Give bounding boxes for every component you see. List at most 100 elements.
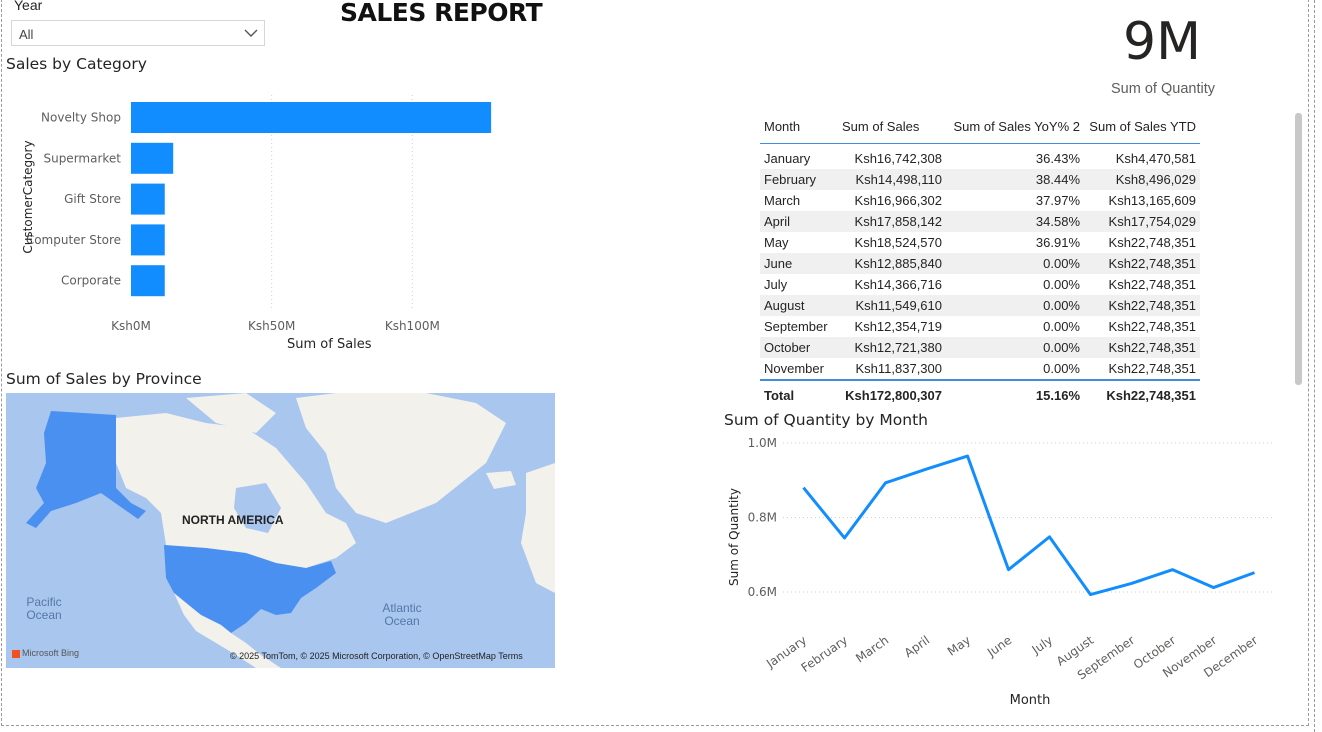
quantity-chart-x-tick: March [853, 633, 891, 665]
cell-sales: Ksh18,524,570 [854, 235, 942, 250]
cell-month: May [764, 235, 789, 250]
cell-sales: Ksh11,837,300 [855, 361, 943, 376]
cell-sales: Ksh17,858,142 [838, 211, 946, 232]
category-label: Gift Store [64, 192, 121, 206]
table-row[interactable]: September Ksh12,354,719 0.00% Ksh22,748,351 [760, 316, 1200, 337]
cell-yoy: 0.00% [1043, 361, 1080, 376]
quantity-chart-x-tick: June [984, 633, 1014, 660]
column-header-month[interactable]: Month [760, 113, 838, 144]
table-row[interactable]: March Ksh16,966,302 37.97% Ksh13,165,609 [760, 190, 1200, 211]
table-scrollbar[interactable] [1295, 113, 1302, 385]
cell-yoy: 34.58% [946, 211, 1084, 232]
year-slicer-label: Year [14, 0, 43, 13]
category-label: Supermarket [43, 151, 121, 165]
canvas-edge [1314, 0, 1315, 732]
map-logo-text: Microsoft Bing [22, 648, 80, 658]
europe-edge [521, 463, 555, 593]
quantity-chart-x-tick: February [799, 633, 851, 675]
cell-yoy: 37.97% [1035, 193, 1080, 208]
quantity-chart-y-axis-title: Sum of Quantity [727, 488, 741, 586]
bing-logo: Microsoft Bing [12, 648, 79, 658]
cell-yoy: 36.91% [1035, 235, 1080, 250]
category-chart-x-tick: Ksh0M [111, 319, 151, 333]
table-row[interactable]: July Ksh14,366,716 0.00% Ksh22,748,351 [760, 274, 1200, 295]
category-bar [131, 102, 492, 133]
cell-sales: Ksh16,742,308 [854, 151, 942, 166]
cell-ytd: Ksh22,748,351 [1108, 319, 1196, 334]
cell-ytd: Ksh8,496,029 [1084, 169, 1200, 190]
category-chart-title: Sales by Category [6, 55, 147, 73]
cell-ytd: Ksh22,748,351 [1084, 337, 1200, 358]
total-yoy: 15.16% [946, 379, 1084, 409]
cell-month: March [764, 193, 801, 208]
sales-by-category-chart[interactable]: Ksh0M Ksh50M Ksh100M Novelty Shop Supermarke… [0, 85, 560, 365]
category-label: Novelty Shop [41, 111, 121, 125]
cell-month: November [764, 361, 824, 376]
quantity-by-month-chart[interactable]: 0.6M0.8M1.0MJanuaryFebruary March April May… [700, 430, 1300, 720]
cell-month: April [760, 211, 838, 232]
cell-ytd: Ksh4,470,581 [1115, 151, 1196, 166]
table-row[interactable]: June Ksh12,885,840 0.00% Ksh22,748,351 [760, 253, 1200, 274]
quantity-chart-x-axis-title: Month [1010, 693, 1051, 708]
total-ytd: Ksh22,748,351 [1084, 379, 1200, 409]
table-total-row: Total Ksh172,800,307 15.16% Ksh22,748,35… [760, 379, 1200, 409]
year-slicer-value: All [19, 27, 34, 42]
province-sales-map[interactable]: NORTH AMERICA Pacific Ocean Atlantic Oce… [6, 393, 555, 668]
cell-yoy: 0.00% [946, 295, 1084, 316]
category-chart-y-axis-title: CustomerCategory [21, 140, 35, 254]
map-label-atlantic: Atlantic Ocean [382, 601, 422, 628]
cell-ytd: Ksh22,748,351 [1084, 295, 1200, 316]
table-row[interactable]: May Ksh18,524,570 36.91% Ksh22,748,351 [760, 232, 1200, 253]
quantity-chart-y-tick: 1.0M [748, 436, 777, 450]
table-row[interactable]: February Ksh14,498,110 38.44% Ksh8,496,029 [760, 169, 1200, 190]
cell-ytd: Ksh17,754,029 [1084, 211, 1200, 232]
kpi-quantity-value: 9M [1123, 12, 1201, 72]
total-label: Total [760, 379, 838, 409]
cell-ytd: Ksh22,748,351 [1108, 361, 1196, 376]
cell-yoy: 36.43% [1035, 151, 1080, 166]
cell-sales: Ksh11,549,610 [838, 295, 946, 316]
column-header-sales[interactable]: Sum of Sales [838, 113, 946, 144]
cell-yoy: 0.00% [946, 253, 1084, 274]
cell-month: August [760, 295, 838, 316]
column-header-yoy[interactable]: Sum of Sales YoY% 2 [946, 113, 1084, 144]
quantity-chart-title: Sum of Quantity by Month [724, 411, 928, 429]
category-chart-x-tick: Ksh100M [385, 319, 440, 333]
column-header-ytd[interactable]: Sum of Sales YTD [1084, 113, 1200, 144]
quantity-chart-x-tick: July [1029, 633, 1056, 657]
category-label: Corporate [61, 274, 121, 288]
table-row[interactable]: November Ksh11,837,300 0.00% Ksh22,748,351 [760, 358, 1200, 380]
category-chart-x-axis-title: Sum of Sales [287, 337, 372, 352]
cell-sales: Ksh12,721,380 [838, 337, 946, 358]
report-title: SALES REPORT [340, 0, 543, 27]
map-label-north-america: NORTH AMERICA [182, 513, 284, 527]
cell-yoy: 38.44% [946, 169, 1084, 190]
cell-month: October [760, 337, 838, 358]
sales-by-month-table[interactable]: Month Sum of Sales Sum of Sales YoY% 2 S… [760, 113, 1200, 409]
cell-sales: Ksh14,498,110 [838, 169, 946, 190]
cell-sales: Ksh12,885,840 [838, 253, 946, 274]
cell-ytd: Ksh22,748,351 [1108, 277, 1196, 292]
table-row[interactable]: January Ksh16,742,308 36.43% Ksh4,470,581 [760, 144, 1200, 170]
map-attribution[interactable]: © 2025 TomTom, © 2025 Microsoft Corporat… [230, 651, 523, 661]
category-bar [131, 183, 165, 215]
category-bar [131, 224, 165, 256]
quantity-series-line [802, 454, 1256, 597]
table-row[interactable]: August Ksh11,549,610 0.00% Ksh22,748,351 [760, 295, 1200, 316]
category-bar [131, 265, 165, 297]
cell-ytd: Ksh22,748,351 [1108, 235, 1196, 250]
map-title: Sum of Sales by Province [6, 370, 202, 388]
quantity-chart-x-tick: April [902, 633, 933, 660]
cell-month: February [760, 169, 838, 190]
cell-month: June [760, 253, 838, 274]
table-row[interactable]: October Ksh12,721,380 0.00% Ksh22,748,351 [760, 337, 1200, 358]
map-label-pacific: Pacific Ocean [26, 595, 62, 622]
table-header-row: Month Sum of Sales Sum of Sales YoY% 2 S… [760, 113, 1200, 144]
cell-yoy: 0.00% [946, 337, 1084, 358]
cell-sales: Ksh16,966,302 [854, 193, 942, 208]
cell-month: January [764, 151, 811, 166]
year-slicer-dropdown[interactable]: All [11, 20, 265, 46]
table-row[interactable]: April Ksh17,858,142 34.58% Ksh17,754,029 [760, 211, 1200, 232]
chevron-down-icon[interactable] [244, 26, 258, 40]
cell-ytd: Ksh22,748,351 [1084, 253, 1200, 274]
